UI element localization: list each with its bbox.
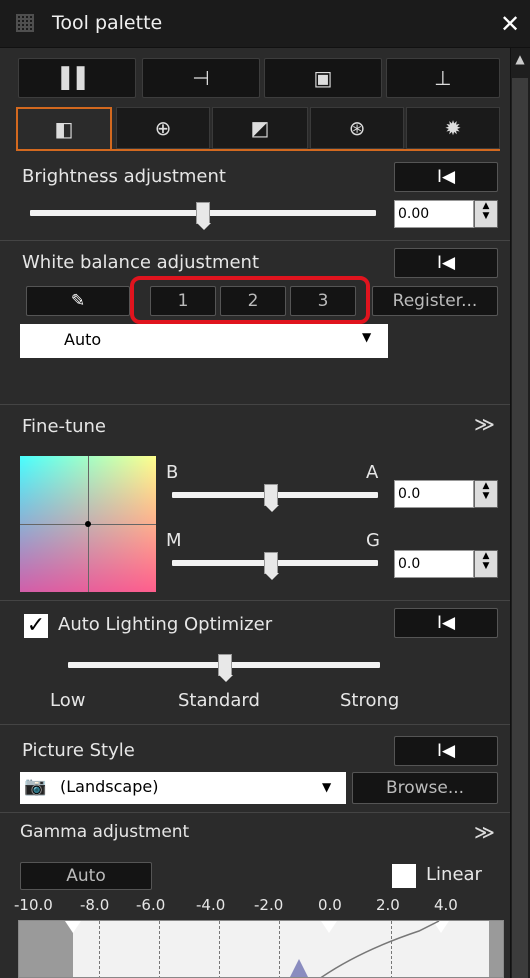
tab-tone-curve[interactable]: ◩ (212, 107, 308, 149)
mg-slider-thumb[interactable] (264, 552, 279, 580)
picture-style-reset-button[interactable]: I◀ (394, 736, 498, 766)
white-balance-label: White balance adjustment (22, 252, 260, 273)
stamp-tool-button[interactable]: ⊥ (386, 58, 500, 98)
reset-icon: I◀ (436, 741, 456, 761)
ba-stepper[interactable]: ▲ ▼ (474, 480, 498, 508)
linear-label: Linear (426, 864, 482, 885)
level-standard-label: Standard (178, 690, 260, 711)
crop-tool-button[interactable]: ⊣ (142, 58, 260, 98)
brightness-reset-button[interactable]: I◀ (394, 162, 498, 192)
adjust-tool-button[interactable]: ▌▌ (18, 58, 136, 98)
linear-checkbox[interactable] (392, 864, 416, 888)
white-balance-selected: Auto (64, 330, 102, 349)
dust-delete-button[interactable]: ▣ (264, 58, 382, 98)
browse-button[interactable]: Browse... (352, 772, 498, 804)
white-balance-reset-button[interactable]: I◀ (394, 248, 498, 278)
ba-slider-thumb[interactable] (264, 484, 279, 512)
auto-lighting-checkbox[interactable]: ✓ (24, 614, 48, 638)
tab-basic-adjust[interactable]: ◧ (16, 107, 112, 149)
auto-lighting-slider-thumb[interactable] (218, 654, 233, 682)
fine-tune-b-label: B (166, 462, 179, 483)
stamp-tool-icon: ⊥ (434, 66, 452, 90)
auto-lighting-label: Auto Lighting Optimizer (58, 614, 273, 635)
scale-label: 4.0 (434, 896, 458, 914)
reset-icon: I◀ (436, 613, 456, 633)
collapse-icon[interactable]: ≫ (474, 820, 495, 844)
tab-detail[interactable]: ⊕ (116, 107, 210, 149)
tab-settings[interactable]: ✹ (406, 107, 500, 149)
tone-curve-tab-icon: ◩ (250, 116, 270, 140)
gamma-auto-button[interactable]: Auto (20, 862, 152, 890)
divider (0, 812, 510, 813)
basic-adjust-tab-icon: ◧ (54, 117, 74, 141)
scale-label: 0.0 (318, 896, 342, 914)
scale-label: -6.0 (136, 896, 166, 914)
mg-stepper[interactable]: ▲ ▼ (474, 550, 498, 578)
mg-value-field[interactable]: 0.0 (394, 550, 474, 578)
grip-icon[interactable] (16, 14, 34, 32)
gamma-label: Gamma adjustment (20, 822, 190, 842)
brightness-label: Brightness adjustment (22, 166, 226, 187)
chevron-down-icon: ▼ (362, 330, 372, 344)
color-grid[interactable] (20, 456, 156, 592)
wb-preset-1-button[interactable]: 1 (150, 286, 216, 316)
brightness-slider-thumb[interactable] (196, 202, 211, 230)
color-tab-icon: ⊛ (348, 116, 366, 140)
picture-style-label: Picture Style (22, 740, 135, 761)
crop-tool-icon: ⊣ (192, 66, 210, 90)
white-balance-dropdown[interactable]: Auto ▼ (20, 324, 388, 358)
level-low-label: Low (50, 690, 86, 711)
divider (0, 724, 510, 725)
fine-tune-label: Fine-tune (22, 416, 106, 437)
reset-icon: I◀ (436, 167, 456, 187)
camera-icon: 📷 (24, 776, 47, 797)
scale-label: -10.0 (14, 896, 53, 914)
reset-icon: I◀ (436, 253, 456, 273)
divider (0, 240, 510, 241)
register-button[interactable]: Register... (372, 286, 498, 316)
settings-tab-icon: ✹ (444, 116, 462, 140)
gamma-histogram[interactable] (18, 920, 504, 978)
ba-value-field[interactable]: 0.0 (394, 480, 474, 508)
scale-label: -2.0 (254, 896, 284, 914)
dust-delete-icon: ▣ (313, 66, 333, 90)
wb-preset-3-button[interactable]: 3 (290, 286, 356, 316)
level-strong-label: Strong (340, 690, 400, 711)
tab-underline (16, 149, 500, 151)
color-point-icon[interactable] (85, 521, 91, 527)
scrollbar-thumb[interactable] (512, 78, 528, 978)
tab-color[interactable]: ⊛ (310, 107, 404, 149)
eyedropper-button[interactable]: ✎ (26, 286, 130, 316)
divider (0, 600, 510, 601)
window-title: Tool palette (52, 12, 163, 34)
fine-tune-a-label: A (366, 462, 379, 483)
scale-label: 2.0 (376, 896, 400, 914)
close-button[interactable]: ✕ (496, 10, 524, 38)
adjust-tool-icon: ▌▌ (61, 66, 93, 90)
fine-tune-m-label: M (166, 530, 182, 551)
scale-label: -4.0 (196, 896, 226, 914)
auto-lighting-reset-button[interactable]: I◀ (394, 608, 498, 638)
chevron-down-icon: ▼ (322, 780, 332, 794)
wb-preset-2-button[interactable]: 2 (220, 286, 286, 316)
picture-style-dropdown[interactable]: 📷 (Landscape) ▼ (20, 772, 346, 804)
brightness-value-field[interactable]: 0.00 (394, 200, 474, 228)
brightness-stepper[interactable]: ▲ ▼ (474, 200, 498, 228)
eyedropper-icon: ✎ (70, 291, 86, 311)
gamma-curve (290, 921, 440, 977)
picture-style-selected: (Landscape) (60, 777, 159, 796)
fine-tune-g-label: G (366, 530, 380, 551)
detail-tab-icon: ⊕ (154, 116, 172, 140)
scale-label: -8.0 (80, 896, 110, 914)
divider (0, 404, 510, 405)
scroll-up-icon[interactable]: ▲ (513, 52, 527, 72)
collapse-icon[interactable]: ≫ (474, 412, 495, 436)
